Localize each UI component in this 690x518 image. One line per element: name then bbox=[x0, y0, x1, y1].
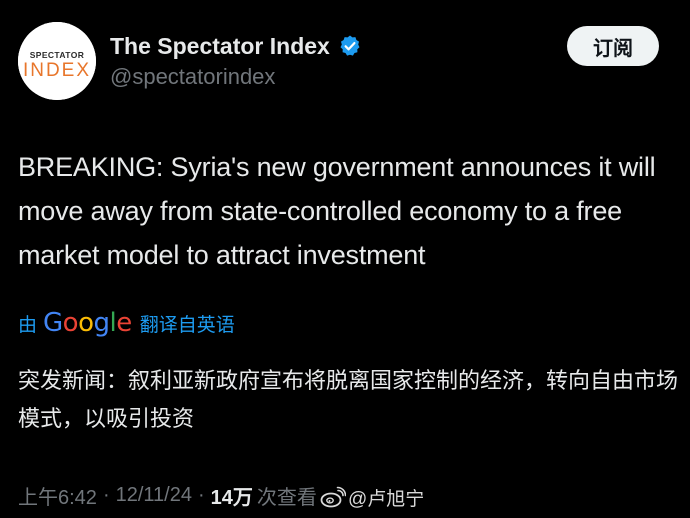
account-name-row: The Spectator Index bbox=[110, 30, 362, 62]
meta-separator: · bbox=[197, 483, 205, 506]
tweet-text: BREAKING: Syria's new government announc… bbox=[18, 152, 656, 270]
account-handle[interactable]: @spectatorindex bbox=[110, 64, 275, 90]
svg-text:SPECTATOR: SPECTATOR bbox=[30, 50, 85, 60]
views-label: 次查看 bbox=[256, 486, 317, 509]
views-count: 14万 bbox=[210, 486, 253, 509]
google-logo: Google bbox=[43, 308, 132, 338]
follow-button[interactable]: 订阅 bbox=[567, 26, 659, 66]
translated-by-label: 由 bbox=[18, 314, 38, 336]
translated-text: 突发新闻：叙利亚新政府宣布将脱离国家控制的经济，转向自由市场模式，以吸引投资 bbox=[18, 368, 679, 431]
verified-badge-icon bbox=[340, 35, 360, 56]
svg-text:INDEX: INDEX bbox=[23, 60, 91, 81]
avatar[interactable]: SPECTATOR INDEX bbox=[18, 22, 96, 100]
display-name[interactable]: The Spectator Index bbox=[110, 33, 330, 60]
tweet-time[interactable]: 上午6:42 bbox=[18, 481, 97, 510]
translated-from-label: 翻译自英语 bbox=[139, 314, 235, 336]
spectator-index-logo: SPECTATOR INDEX bbox=[18, 22, 96, 100]
translation-attribution[interactable]: 由 Google 翻译自英语 bbox=[18, 306, 235, 340]
watermark-text: @卢旭宁 bbox=[348, 488, 425, 510]
weibo-watermark: @卢旭宁 bbox=[320, 482, 424, 512]
meta-separator: · bbox=[102, 483, 110, 506]
tweet-meta: 上午6:42 · 12/11/24 · 14万 次查看 bbox=[18, 478, 317, 512]
tweet-date[interactable]: 12/11/24 bbox=[116, 484, 192, 507]
weibo-icon bbox=[320, 486, 346, 508]
